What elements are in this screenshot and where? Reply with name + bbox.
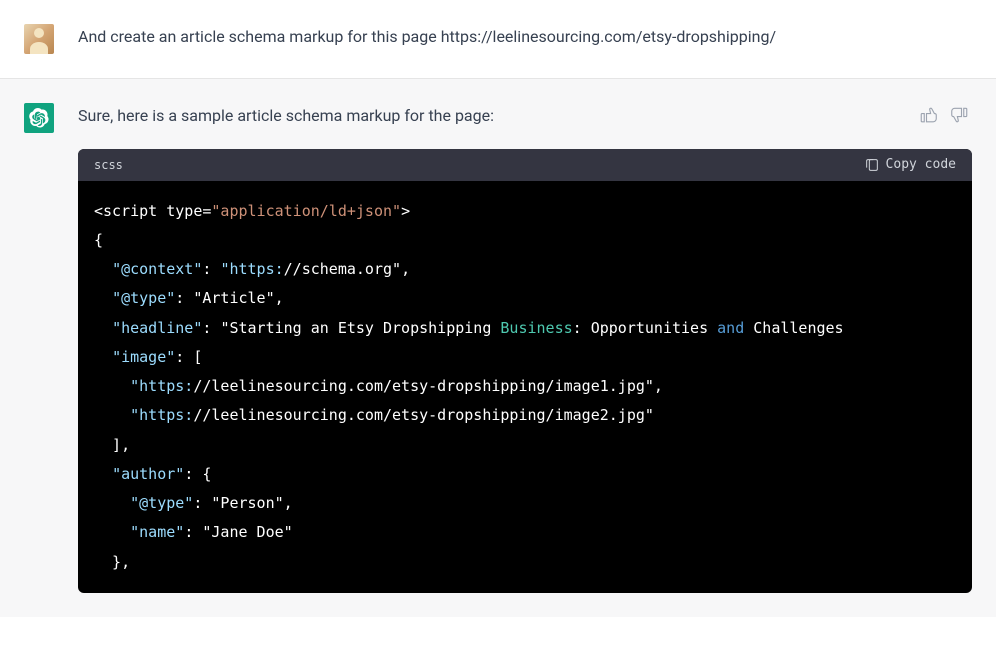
code-content[interactable]: <script type="application/ld+json"> { "@… <box>78 181 972 593</box>
code-block: scss Copy code <script type="application… <box>78 149 972 593</box>
assistant-message: Sure, here is a sample article schema ma… <box>0 78 996 617</box>
copy-label: Copy code <box>886 157 956 172</box>
user-link[interactable]: https://leelinesourcing.com/etsy-dropshi… <box>441 27 776 46</box>
feedback-buttons <box>916 103 972 127</box>
code-header: scss Copy code <box>78 149 972 181</box>
thumbs-down-icon <box>951 106 969 124</box>
user-avatar <box>24 24 54 54</box>
clipboard-icon <box>864 157 880 173</box>
assistant-content: Sure, here is a sample article schema ma… <box>78 103 972 593</box>
user-message-text: And create an article schema markup for … <box>78 24 972 54</box>
user-text-pre: And create an article schema markup for … <box>78 27 441 46</box>
openai-logo-icon <box>29 108 49 128</box>
copy-code-button[interactable]: Copy code <box>864 157 956 173</box>
assistant-avatar <box>24 103 54 133</box>
code-language-label: scss <box>94 158 123 172</box>
user-message: And create an article schema markup for … <box>0 0 996 78</box>
assistant-intro-text: Sure, here is a sample article schema ma… <box>78 103 972 129</box>
thumbs-up-button[interactable] <box>916 103 940 127</box>
thumbs-up-icon <box>919 106 937 124</box>
thumbs-down-button[interactable] <box>948 103 972 127</box>
